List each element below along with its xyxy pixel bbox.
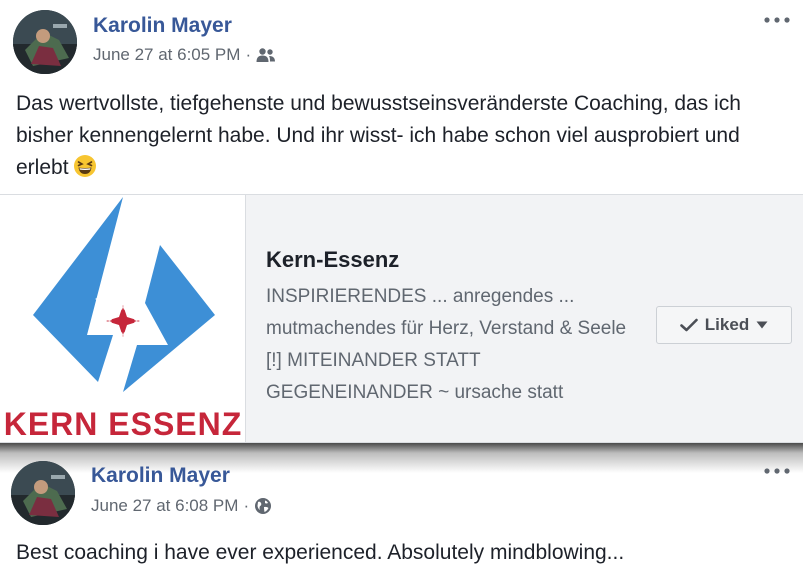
grinning-squinting-face-emoji <box>73 154 97 178</box>
page-name[interactable]: Kern-Essenz <box>266 247 399 273</box>
post-timestamp[interactable]: June 27 at 6:05 PM <box>93 45 240 65</box>
author-name[interactable]: Karolin Mayer <box>93 14 232 38</box>
liked-button[interactable]: Liked <box>656 306 792 344</box>
author-name[interactable]: Karolin Mayer <box>91 464 230 488</box>
post-text: Das wertvollste, tiefgehenste und bewuss… <box>16 88 791 184</box>
post-body: Das wertvollste, tiefgehenste und bewuss… <box>16 92 741 179</box>
checkmark-icon <box>679 318 698 332</box>
post-text: Best coaching i have ever experienced. A… <box>16 537 791 569</box>
post-body: Best coaching i have ever experienced. A… <box>16 541 625 564</box>
page-card[interactable]: KERN ESSENZ Kern-Essenz INSPIRIERENDES .… <box>0 194 803 443</box>
page-description: INSPIRIERENDES ... anregendes ... mutmac… <box>266 286 627 403</box>
globe-icon[interactable] <box>254 497 272 515</box>
page-logo[interactable]: KERN ESSENZ <box>0 195 246 442</box>
post-review-2: Karolin Mayer June 27 at 6:08 PM · Best … <box>0 443 803 582</box>
post-meta: June 27 at 6:05 PM · <box>93 45 276 65</box>
post-timestamp[interactable]: June 27 at 6:08 PM <box>91 496 238 516</box>
dropdown-arrow-icon <box>756 321 768 329</box>
avatar[interactable] <box>11 461 75 525</box>
more-options-icon[interactable] <box>763 16 791 26</box>
meta-separator: · <box>243 496 250 515</box>
post-meta: June 27 at 6:08 PM · <box>91 496 272 516</box>
meta-separator: · <box>245 45 252 64</box>
liked-button-label: Liked <box>704 315 750 334</box>
logo-wordmark: KERN ESSENZ <box>4 406 243 442</box>
post-review-1: Karolin Mayer June 27 at 6:05 PM · Das w… <box>0 0 803 194</box>
more-options-icon[interactable] <box>763 467 791 477</box>
avatar[interactable] <box>13 10 77 74</box>
friends-icon[interactable] <box>256 47 276 63</box>
